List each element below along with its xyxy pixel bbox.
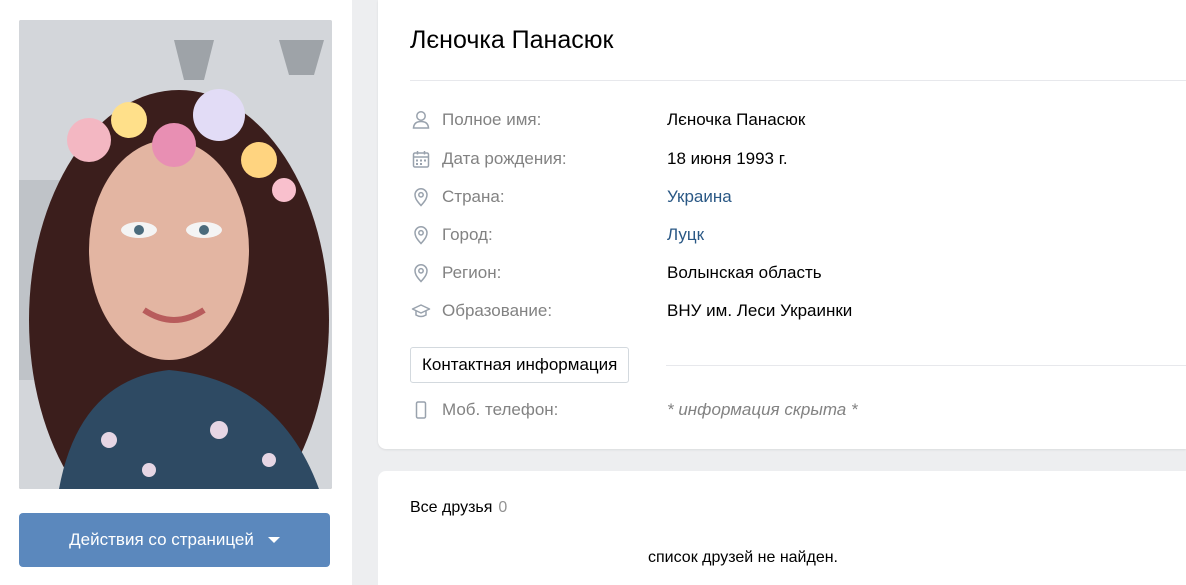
country-link[interactable]: Украина — [667, 187, 732, 207]
contact-info-button[interactable]: Контактная информация — [410, 347, 630, 383]
friends-count: 0 — [498, 499, 508, 516]
contact-divider — [666, 365, 1186, 366]
profile-photo[interactable] — [19, 20, 332, 489]
location-pin-icon — [410, 262, 432, 284]
page-title: Лєночка Панасюк — [410, 26, 614, 54]
title-divider — [410, 80, 1186, 81]
friends-header[interactable]: Все друзья 0 — [410, 499, 507, 517]
chevron-down-icon — [267, 537, 280, 543]
calendar-icon — [410, 148, 432, 170]
friends-card: Все друзья 0 список друзей не найден. — [378, 471, 1186, 585]
friends-empty-message: список друзей не найден. — [648, 549, 838, 566]
info-label: Моб. телефон: — [442, 400, 559, 419]
page-actions-label: Действия со страницей — [69, 530, 254, 549]
location-pin-icon — [410, 186, 432, 208]
friends-title: Все друзья — [410, 499, 493, 516]
info-row-country: Страна: Украина — [410, 185, 732, 209]
profile-photo-image — [19, 20, 332, 489]
info-row-birth-date: Дата рождения: 18 июня 1993 г. — [410, 147, 788, 171]
location-pin-icon — [410, 224, 432, 246]
info-label: Образование: — [442, 301, 553, 320]
page-actions-button[interactable]: Действия со страницей — [19, 513, 330, 567]
info-row-city: Город: Луцк — [410, 223, 704, 247]
info-label: Страна: — [442, 187, 505, 206]
info-label: Регион: — [442, 263, 502, 282]
info-value: Волынская область — [667, 263, 822, 282]
info-label: Полное имя: — [442, 110, 542, 129]
phone-hidden-value: * информация скрыта * — [667, 400, 858, 419]
info-label: Город: — [442, 225, 493, 244]
info-label: Дата рождения: — [442, 149, 567, 168]
city-link[interactable]: Луцк — [667, 225, 704, 245]
info-row-education: Образование: ВНУ им. Леси Украинки — [410, 299, 852, 323]
info-row-phone: Моб. телефон: * информация скрыта * — [410, 398, 858, 422]
info-row-full-name: Полное имя: Лєночка Панасюк — [410, 108, 805, 132]
mobile-phone-icon — [410, 399, 432, 421]
info-value: Лєночка Панасюк — [667, 110, 806, 129]
info-row-region: Регион: Волынская область — [410, 261, 822, 285]
graduation-cap-icon — [410, 300, 432, 322]
info-value: 18 июня 1993 г. — [667, 149, 788, 168]
profile-sidebar: Действия со страницей — [0, 0, 352, 585]
info-value: ВНУ им. Леси Украинки — [667, 301, 853, 320]
person-icon — [410, 109, 432, 131]
profile-info-card: Лєночка Панасюк Полное имя: Лєночка Пана… — [378, 0, 1186, 449]
